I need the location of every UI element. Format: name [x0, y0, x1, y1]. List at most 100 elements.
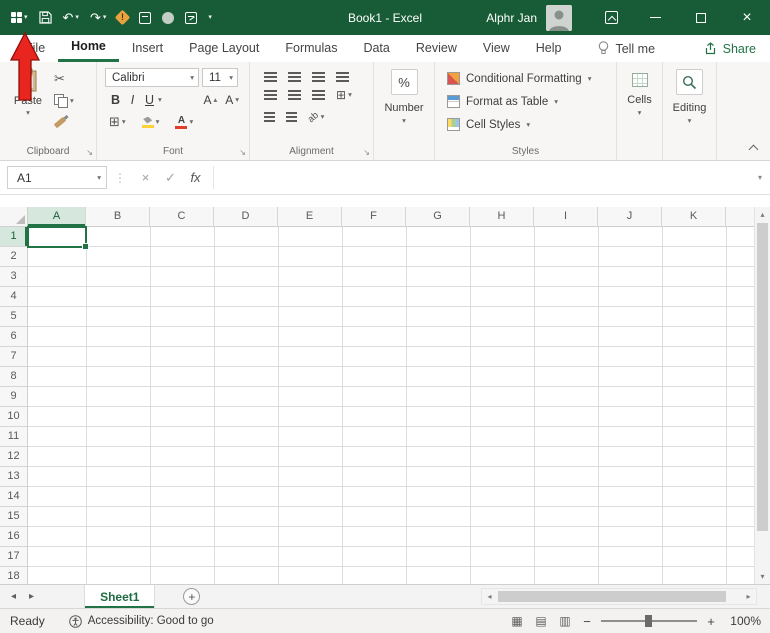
align-top-button[interactable] — [264, 71, 277, 82]
alignment-dialog-launcher[interactable]: ↘ — [363, 148, 370, 157]
row-header-11[interactable]: 11 — [0, 427, 27, 447]
underline-button[interactable]: U — [141, 93, 158, 107]
column-header-G[interactable]: G — [406, 207, 470, 226]
scroll-left-icon[interactable]: ◂ — [482, 589, 497, 604]
editing-button[interactable]: Editing — [673, 102, 707, 114]
row-header-6[interactable]: 6 — [0, 327, 27, 347]
share-button[interactable]: Share — [704, 42, 756, 56]
normal-view-button[interactable]: ▦ — [505, 614, 529, 628]
tab-view[interactable]: View — [470, 35, 523, 62]
tell-me-button[interactable]: Tell me — [598, 41, 655, 56]
copy-button[interactable]: ▾ — [54, 93, 74, 108]
format-painter-button[interactable] — [53, 115, 74, 130]
save-icon[interactable] — [38, 11, 52, 24]
redo-icon[interactable]: ↷ ▾ — [90, 11, 106, 24]
accessibility-status[interactable]: Accessibility: Good to go — [68, 614, 214, 628]
row-header-12[interactable]: 12 — [0, 447, 27, 467]
page-break-view-button[interactable]: ▥ — [553, 614, 577, 628]
row-header-10[interactable]: 10 — [0, 407, 27, 427]
formula-input[interactable] — [213, 166, 750, 189]
cancel-button[interactable]: × — [133, 170, 158, 185]
maximize-button[interactable] — [678, 0, 724, 35]
decrease-indent-button[interactable] — [264, 112, 275, 122]
horizontal-scroll-thumb[interactable] — [498, 591, 726, 602]
insert-function-button[interactable]: fx — [183, 170, 208, 185]
tab-file[interactable]: File — [12, 35, 58, 62]
quick-access-menu-icon[interactable]: ▾ — [11, 12, 28, 23]
zoom-level[interactable]: 100% — [721, 614, 761, 628]
row-header-13[interactable]: 13 — [0, 467, 27, 487]
align-left-button[interactable] — [264, 90, 277, 100]
column-header-A[interactable]: A — [28, 207, 86, 226]
italic-button[interactable]: I — [124, 93, 141, 107]
customize-qat-icon[interactable]: ▾ — [208, 14, 212, 21]
row-header-1[interactable]: 1 — [0, 227, 27, 247]
column-header-D[interactable]: D — [214, 207, 278, 226]
select-all-button[interactable] — [0, 207, 28, 227]
clipboard-dialog-launcher[interactable]: ↘ — [86, 148, 93, 157]
align-center-button[interactable] — [288, 90, 301, 100]
horizontal-scrollbar[interactable]: ◂ ▸ — [481, 588, 757, 605]
sheet-tab-sheet1[interactable]: Sheet1 — [84, 585, 156, 608]
column-header-K[interactable]: K — [662, 207, 726, 226]
align-right-button[interactable] — [312, 90, 325, 100]
close-button[interactable]: × — [724, 0, 770, 35]
row-header-16[interactable]: 16 — [0, 527, 27, 547]
vertical-scroll-thumb[interactable] — [757, 223, 768, 531]
scroll-right-icon[interactable]: ▸ — [741, 589, 756, 604]
cells-area[interactable] — [28, 227, 754, 584]
format-as-table-button[interactable]: Format as Table ▾ — [435, 90, 616, 113]
row-header-2[interactable]: 2 — [0, 247, 27, 267]
expand-formula-bar-icon[interactable]: ▾ — [750, 173, 770, 182]
orientation-button[interactable]: ab ▾ — [306, 109, 325, 124]
cell-styles-button[interactable]: Cell Styles ▾ — [435, 113, 616, 136]
zoom-slider-thumb[interactable] — [645, 615, 652, 627]
paste-button[interactable]: Paste ▾ — [6, 68, 50, 130]
tab-help[interactable]: Help — [523, 35, 575, 62]
scroll-up-icon[interactable]: ▴ — [755, 207, 770, 222]
font-dialog-launcher[interactable]: ↘ — [239, 148, 246, 157]
avatar[interactable] — [546, 4, 572, 31]
increase-indent-button[interactable] — [286, 112, 297, 122]
undo-icon[interactable]: ↶ ▾ — [63, 11, 79, 24]
merge-center-button[interactable]: ⊞ ▾ — [336, 88, 352, 102]
scroll-down-icon[interactable]: ▾ — [755, 569, 770, 584]
enter-button[interactable]: ✓ — [158, 170, 183, 186]
row-header-18[interactable]: 18 — [0, 567, 27, 584]
name-box[interactable]: A1 ▾ — [7, 166, 107, 189]
increase-font-size-button[interactable]: A ▴ — [203, 93, 217, 107]
align-middle-button[interactable] — [288, 71, 301, 82]
row-header-15[interactable]: 15 — [0, 507, 27, 527]
ribbon-display-options-icon[interactable] — [594, 0, 628, 35]
vertical-scrollbar[interactable]: ▴ ▾ — [754, 207, 770, 584]
presence-icon[interactable] — [162, 11, 175, 24]
cells-button[interactable]: Cells — [627, 94, 651, 106]
column-header-H[interactable]: H — [470, 207, 534, 226]
tab-review[interactable]: Review — [403, 35, 470, 62]
workbook-icon[interactable] — [139, 11, 152, 24]
tab-formulas[interactable]: Formulas — [272, 35, 350, 62]
row-header-17[interactable]: 17 — [0, 547, 27, 567]
previous-sheet-icon[interactable]: ◂ — [11, 591, 16, 602]
wrap-text-button[interactable] — [336, 71, 349, 82]
minimize-button[interactable] — [632, 0, 678, 35]
zoom-in-button[interactable]: + — [701, 614, 721, 629]
row-header-7[interactable]: 7 — [0, 347, 27, 367]
next-sheet-icon[interactable]: ▸ — [29, 591, 34, 602]
percent-style-button[interactable]: % — [390, 69, 418, 95]
add-sheet-button[interactable]: + — [183, 588, 201, 605]
zoom-out-button[interactable]: − — [577, 614, 597, 629]
font-color-button[interactable]: A ▾ — [175, 115, 193, 129]
tab-page-layout[interactable]: Page Layout — [176, 35, 272, 62]
row-header-4[interactable]: 4 — [0, 287, 27, 307]
align-bottom-button[interactable] — [312, 71, 325, 82]
row-header-9[interactable]: 9 — [0, 387, 27, 407]
column-header-J[interactable]: J — [598, 207, 662, 226]
tab-data[interactable]: Data — [350, 35, 402, 62]
row-header-14[interactable]: 14 — [0, 487, 27, 507]
column-header-F[interactable]: F — [342, 207, 406, 226]
page-layout-view-button[interactable]: ▤ — [529, 614, 553, 628]
column-header-C[interactable]: C — [150, 207, 214, 226]
user-account[interactable]: Alphr Jan — [486, 4, 572, 31]
font-size-combo[interactable]: 11 ▾ — [202, 68, 238, 87]
